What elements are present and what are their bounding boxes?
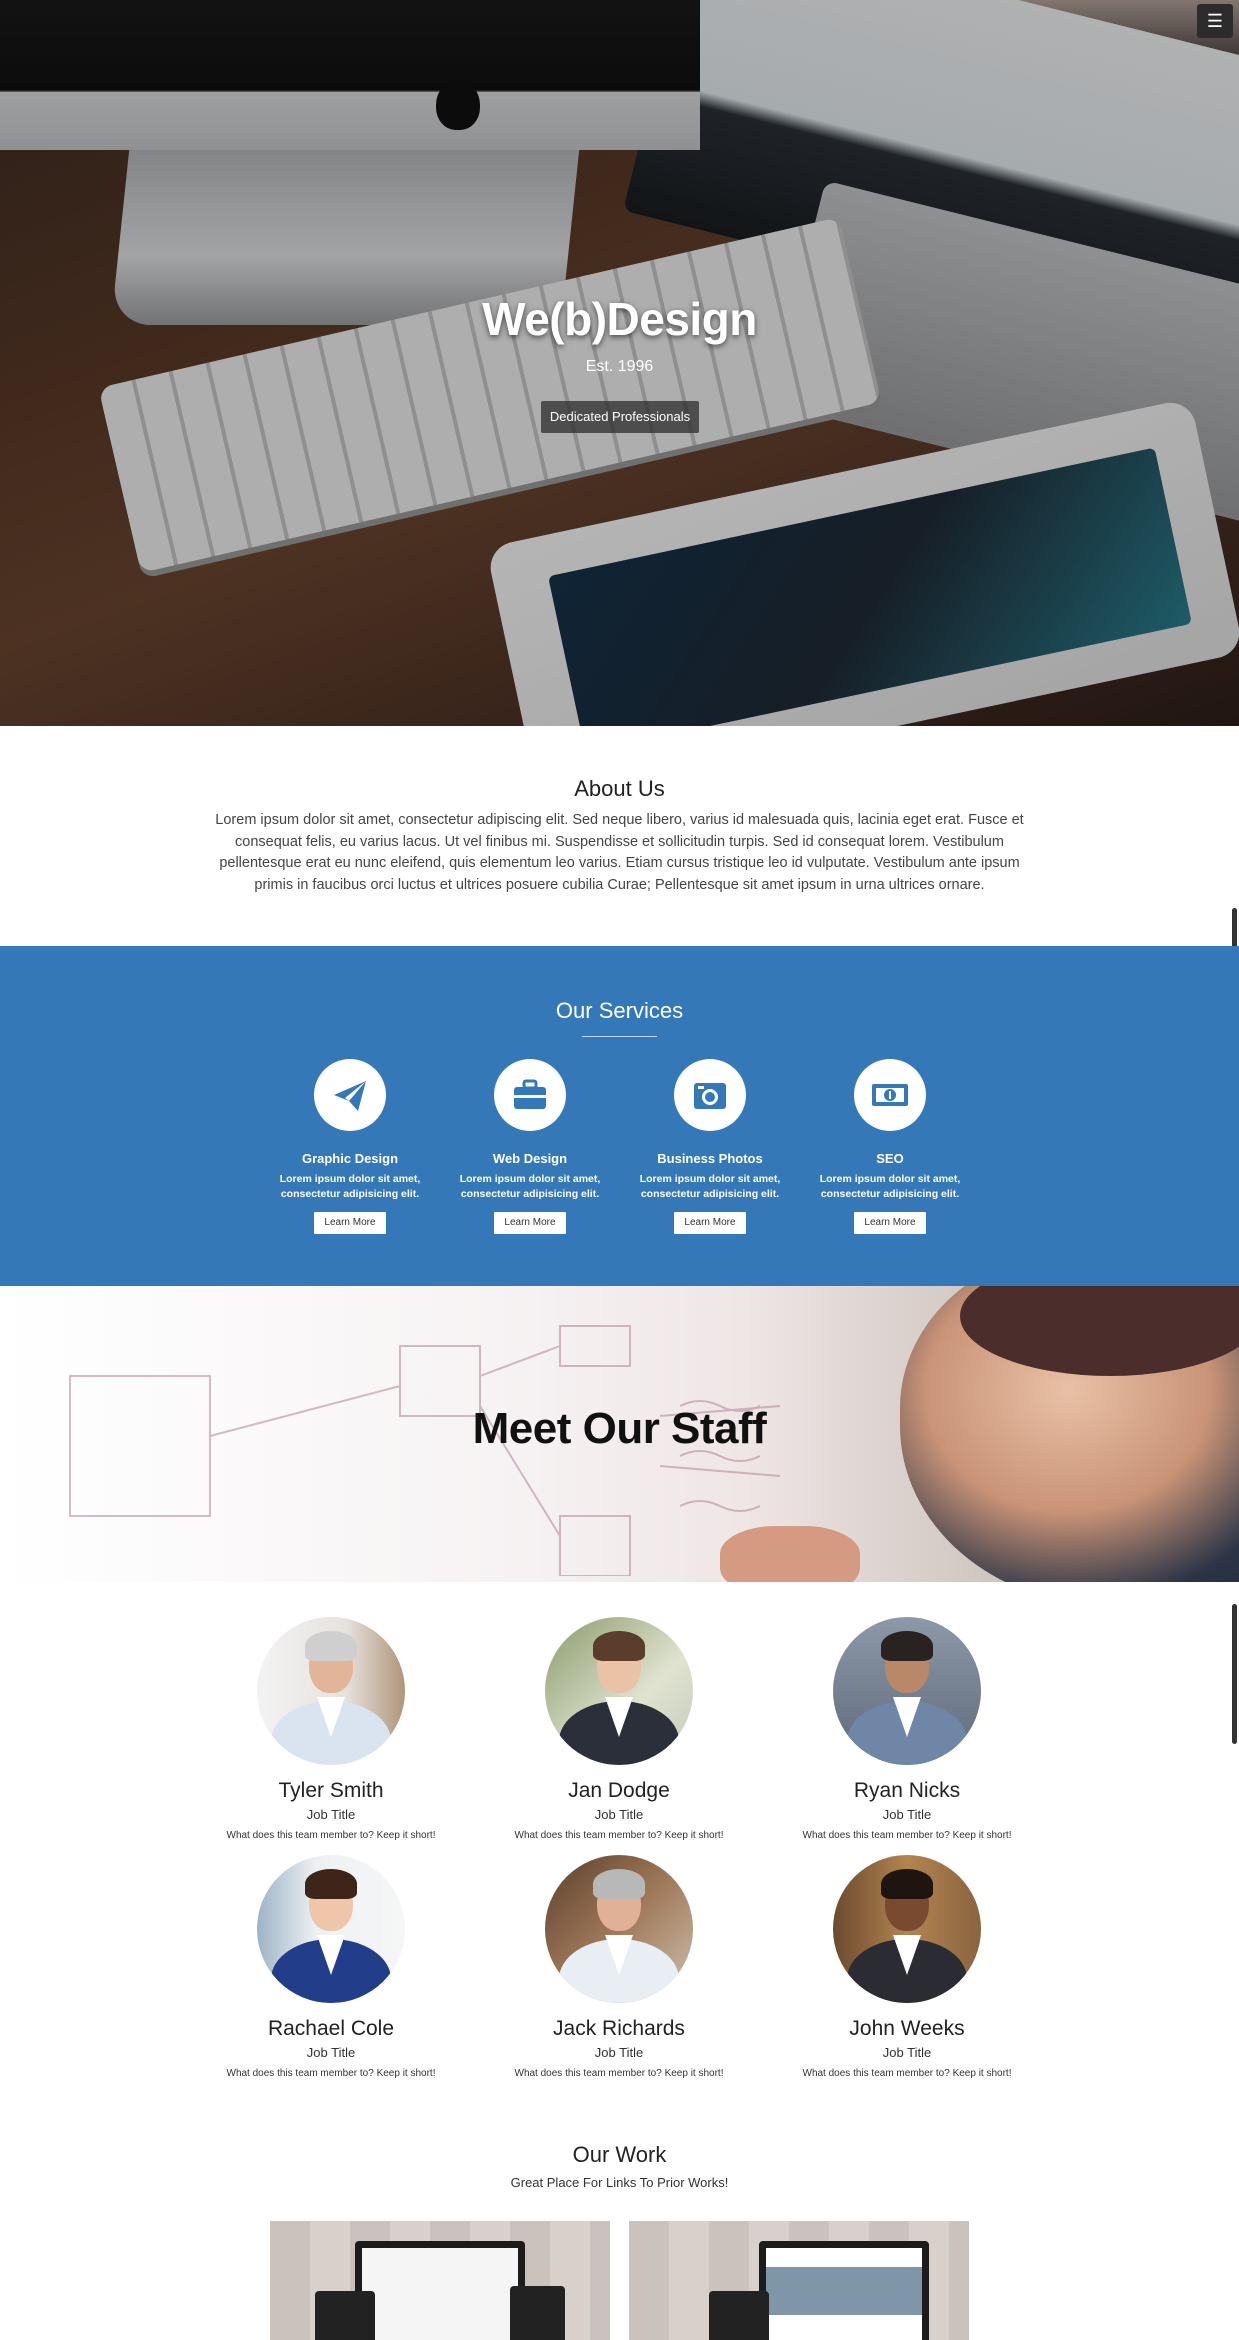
hero-subtitle: Est. 1996 xyxy=(585,358,654,375)
service-desc: Lorem ipsum dolor sit amet, consectetur … xyxy=(819,1173,961,1200)
member-name: Ryan Nicks xyxy=(853,1779,961,1802)
work-subtitle: Great Place For Links To Prior Works! xyxy=(510,2175,729,2190)
service-name: Web Design xyxy=(492,1151,568,1166)
staff-title: Meet Our Staff xyxy=(472,1404,767,1453)
team-member: Tyler Smith Job Title What does this tea… xyxy=(186,1617,476,1841)
member-job-title: Job Title xyxy=(882,2045,932,2060)
about-title: About Us xyxy=(574,776,665,801)
service-desc: Lorem ipsum dolor sit amet, consectetur … xyxy=(459,1173,601,1200)
monitor-screen xyxy=(766,2248,922,2340)
services-divider xyxy=(582,1036,657,1037)
briefcase-icon xyxy=(494,1059,566,1131)
service-desc: Lorem ipsum dolor sit amet, consectetur … xyxy=(639,1173,781,1200)
learn-more-button[interactable]: Learn More xyxy=(674,1212,746,1234)
service-name: SEO xyxy=(876,1151,904,1166)
service-business-photos: Business Photos Lorem ipsum dolor sit am… xyxy=(625,1059,795,1234)
about-text: Lorem ipsum dolor sit amet, consectetur … xyxy=(215,812,1024,893)
member-name: Jan Dodge xyxy=(568,1779,670,1802)
monitor-screen xyxy=(362,2248,518,2340)
learn-more-button[interactable]: Learn More xyxy=(314,1212,386,1234)
hero-title: We(b)Design xyxy=(482,293,757,345)
avatar xyxy=(545,1617,693,1765)
service-desc: Lorem ipsum dolor sit amet, consectetur … xyxy=(279,1173,421,1200)
member-description: What does this team member to? Keep it s… xyxy=(514,1830,724,1841)
menu-icon[interactable]: ☰ xyxy=(1197,4,1233,38)
tablet-graphic xyxy=(315,2291,375,2340)
team-member: Jack Richards Job Title What does this t… xyxy=(474,1855,764,2079)
member-name: Jack Richards xyxy=(553,2017,685,2040)
service-name: Business Photos xyxy=(657,1151,763,1166)
camera-icon xyxy=(674,1059,746,1131)
member-description: What does this team member to? Keep it s… xyxy=(802,1830,1012,1841)
dedicated-professionals-button[interactable]: Dedicated Professionals xyxy=(541,401,699,433)
team-member: John Weeks Job Title What does this team… xyxy=(762,1855,1052,2079)
avatar xyxy=(833,1855,981,2003)
member-job-title: Job Title xyxy=(882,1807,932,1822)
service-seo: SEO Lorem ipsum dolor sit amet, consecte… xyxy=(805,1059,975,1234)
service-name: Graphic Design xyxy=(301,1151,399,1166)
avatar xyxy=(257,1855,405,2003)
team-member: Jan Dodge Job Title What does this team … xyxy=(474,1617,764,1841)
services-title: Our Services xyxy=(555,998,684,1023)
team-member: Rachael Cole Job Title What does this te… xyxy=(186,1855,476,2079)
phone-graphic xyxy=(510,2286,565,2340)
service-web-design: Web Design Lorem ipsum dolor sit amet, c… xyxy=(445,1059,615,1234)
money-icon xyxy=(854,1059,926,1131)
avatar xyxy=(833,1617,981,1765)
team-member: Ryan Nicks Job Title What does this team… xyxy=(762,1617,1052,1841)
member-description: What does this team member to? Keep it s… xyxy=(514,2068,724,2079)
member-job-title: Job Title xyxy=(594,1807,644,1822)
work-title: Our Work xyxy=(572,2142,667,2167)
learn-more-button[interactable]: Learn More xyxy=(854,1212,926,1234)
member-name: Rachael Cole xyxy=(267,2017,395,2040)
tablet-graphic xyxy=(709,2291,769,2340)
services-section: Our Services Graphic Design Lorem ipsum … xyxy=(0,946,1239,1286)
service-graphic-design: Graphic Design Lorem ipsum dolor sit ame… xyxy=(265,1059,435,1234)
work-thumbnail-online-shop[interactable] xyxy=(270,2221,610,2340)
member-job-title: Job Title xyxy=(306,2045,356,2060)
member-job-title: Job Title xyxy=(306,1807,356,1822)
member-job-title: Job Title xyxy=(594,2045,644,2060)
avatar xyxy=(545,1855,693,2003)
member-name: John Weeks xyxy=(849,2017,965,2040)
staff-banner: Meet Our Staff xyxy=(0,1286,1239,1582)
hero-section: We(b)Design Est. 1996 Dedicated Professi… xyxy=(0,0,1239,726)
scroll-indicator-2[interactable] xyxy=(1232,1604,1237,1744)
learn-more-button[interactable]: Learn More xyxy=(494,1212,566,1234)
member-description: What does this team member to? Keep it s… xyxy=(226,2068,436,2079)
member-description: What does this team member to? Keep it s… xyxy=(802,2068,1012,2079)
avatar xyxy=(257,1617,405,1765)
member-name: Tyler Smith xyxy=(278,1779,384,1802)
work-thumbnail-webdesign[interactable] xyxy=(629,2221,969,2340)
member-description: What does this team member to? Keep it s… xyxy=(226,1830,436,1841)
paper-plane-icon xyxy=(314,1059,386,1131)
staff-banner-hand xyxy=(720,1526,860,1582)
